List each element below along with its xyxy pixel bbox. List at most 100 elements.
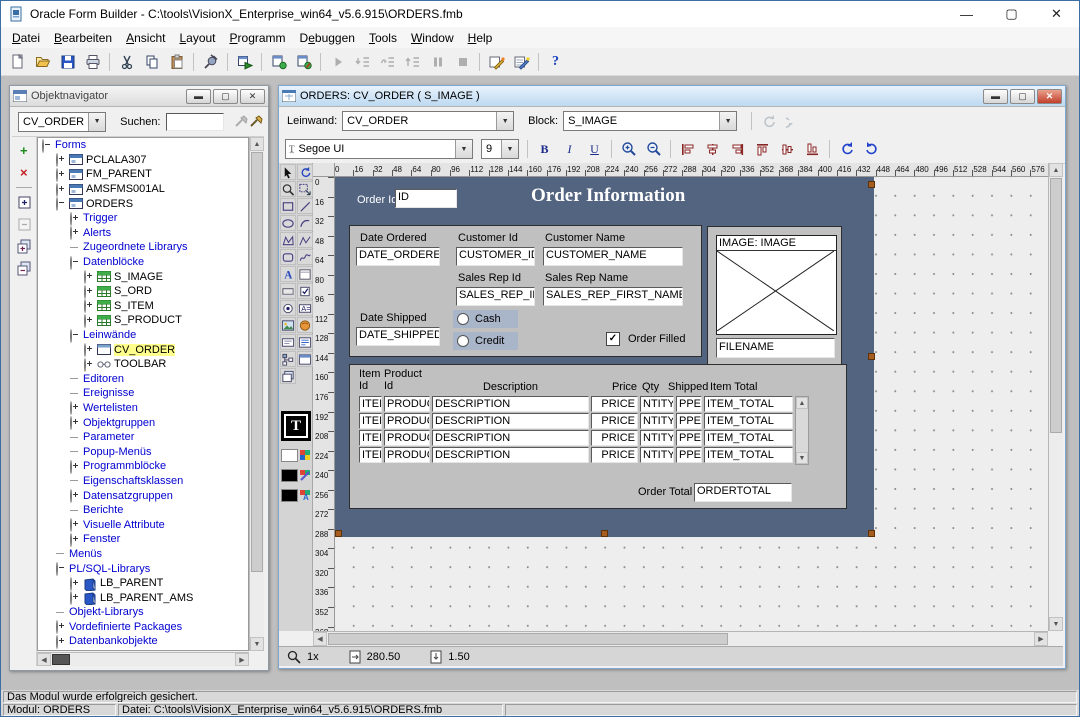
tree-item-trigger[interactable]: Trigger bbox=[38, 211, 248, 226]
collapse-minus-icon[interactable] bbox=[56, 198, 67, 209]
expand-plus-icon[interactable] bbox=[84, 271, 95, 282]
tree-item-fenster[interactable]: Fenster bbox=[38, 532, 248, 547]
zoom-out-icon[interactable] bbox=[641, 137, 666, 161]
minimize-button[interactable]: — bbox=[944, 1, 989, 27]
order-master-panel[interactable]: Date Ordered DATE_ORDERED Customer Id CU… bbox=[349, 225, 702, 357]
canvas-combo[interactable]: CV_ORDER ▼ bbox=[342, 111, 514, 131]
radio-button-tool[interactable] bbox=[280, 300, 296, 316]
scrollbar-thumb[interactable] bbox=[251, 152, 263, 572]
menu-item-layout[interactable]: Layout bbox=[172, 29, 222, 47]
menu-item-ansicht[interactable]: Ansicht bbox=[119, 29, 172, 47]
scroll-up-icon[interactable]: ▲ bbox=[1049, 163, 1063, 177]
image-item-placeholder[interactable]: IMAGE: IMAGE bbox=[716, 235, 837, 335]
tree-item-programmbl-cke[interactable]: Programmblöcke bbox=[38, 459, 248, 474]
editor-close-button[interactable]: ✕ bbox=[1037, 89, 1062, 104]
find-next-icon[interactable] bbox=[249, 114, 264, 129]
grid-field-row4-col6[interactable]: PPED bbox=[676, 447, 702, 463]
grid-field-row2-col2[interactable]: PRODUCT bbox=[384, 413, 430, 429]
menu-item-programm[interactable]: Programm bbox=[223, 29, 293, 47]
credit-radio[interactable]: Credit bbox=[453, 332, 518, 350]
tree-item-fm-parent[interactable]: FM_PARENT bbox=[38, 167, 248, 182]
grid-field-row1-col1[interactable]: ITEM bbox=[359, 396, 382, 412]
chevron-down-icon[interactable]: ▼ bbox=[719, 112, 736, 130]
align-center-icon[interactable] bbox=[700, 137, 725, 161]
bold-button[interactable]: B bbox=[532, 137, 557, 161]
grid-field-row4-col2[interactable]: PRODUCT bbox=[384, 447, 430, 463]
scrollbar-thumb[interactable] bbox=[52, 654, 70, 665]
customer-id-field[interactable]: CUSTOMER_ID bbox=[456, 247, 535, 266]
rotate-ccw-icon[interactable] bbox=[834, 137, 859, 161]
tree-item-popup-men-s[interactable]: Popup-Menüs bbox=[38, 444, 248, 459]
connect-icon[interactable] bbox=[198, 50, 223, 74]
generate-module-icon[interactable] bbox=[291, 50, 316, 74]
navigator-restore-button[interactable]: ▢ bbox=[213, 89, 238, 104]
grid-field-row1-col7[interactable]: ITEM_TOTAL bbox=[704, 396, 793, 412]
chevron-down-icon[interactable]: ▼ bbox=[88, 113, 105, 131]
chevron-down-icon[interactable]: ▼ bbox=[455, 140, 472, 158]
scroll-down-icon[interactable]: ▼ bbox=[1049, 617, 1063, 631]
arc-tool[interactable] bbox=[297, 215, 313, 231]
tree-item-berichte[interactable]: Berichte bbox=[38, 503, 248, 518]
expand-plus-icon[interactable] bbox=[70, 227, 81, 238]
menu-item-debuggen[interactable]: Debuggen bbox=[293, 29, 362, 47]
tree-item-pclala307[interactable]: PCLALA307 bbox=[38, 153, 248, 168]
tree-item-s-image[interactable]: S_IMAGE bbox=[38, 269, 248, 284]
date-ordered-field[interactable]: DATE_ORDERED bbox=[356, 247, 440, 266]
tree-item-alerts[interactable]: Alerts bbox=[38, 226, 248, 241]
block-combo[interactable]: S_IMAGE ▼ bbox=[563, 111, 737, 131]
order-total-field[interactable]: ORDERTOTAL bbox=[694, 483, 792, 502]
grid-field-row4-col3[interactable]: DESCRIPTION bbox=[432, 447, 589, 463]
image-panel[interactable]: IMAGE: IMAGE FILENAME bbox=[707, 226, 842, 365]
expand-plus-icon[interactable] bbox=[56, 154, 67, 165]
tree-item-wertelisten[interactable]: Wertelisten bbox=[38, 401, 248, 416]
editor-minimize-button[interactable]: ▬ bbox=[983, 89, 1008, 104]
text-item-tool[interactable]: A= bbox=[297, 300, 313, 316]
tree-item-toolbar[interactable]: TOOLBAR bbox=[38, 357, 248, 372]
scroll-right-icon[interactable]: ▶ bbox=[1034, 632, 1048, 646]
items-panel[interactable]: ItemId ProductId Description Price Qty S… bbox=[349, 364, 847, 509]
collapse-minus-icon[interactable] bbox=[70, 330, 81, 341]
editor-restore-button[interactable]: ▢ bbox=[1010, 89, 1035, 104]
sales-rep-name-field[interactable]: SALES_REP_FIRST_NAME bbox=[543, 287, 683, 306]
rounded-rectangle-tool[interactable] bbox=[280, 249, 296, 265]
font-family-combo[interactable]: T̲ Segoe UI ▼ bbox=[285, 139, 473, 159]
select-tool[interactable] bbox=[280, 164, 296, 180]
expand-plus-icon[interactable] bbox=[70, 534, 81, 545]
tree-item-visuelle-attribute[interactable]: Visuelle Attribute bbox=[38, 517, 248, 532]
grid-field-row2-col1[interactable]: ITEM bbox=[359, 413, 382, 429]
tree-item-datenbl-cke[interactable]: Datenblöcke bbox=[38, 255, 248, 270]
scroll-up-icon[interactable]: ▲ bbox=[796, 397, 808, 409]
tree-item-orders[interactable]: ORDERS bbox=[38, 196, 248, 211]
line-color-well[interactable] bbox=[281, 467, 311, 483]
tree-item-eigenschaftsklassen[interactable]: Eigenschaftsklassen bbox=[38, 474, 248, 489]
tree-item-leinw-nde[interactable]: Leinwände bbox=[38, 328, 248, 343]
tree-item-amsfms001al[interactable]: AMSFMS001AL bbox=[38, 182, 248, 197]
selection-handle[interactable] bbox=[868, 530, 875, 537]
menu-item-bearbeiten[interactable]: Bearbeiten bbox=[47, 29, 119, 47]
grid-field-row3-col6[interactable]: PPED bbox=[676, 430, 702, 446]
tree-item-objektgruppen[interactable]: Objektgruppen bbox=[38, 415, 248, 430]
grid-field-row1-col2[interactable]: PRODUCT bbox=[384, 396, 430, 412]
grid-field-row2-col7[interactable]: ITEM_TOTAL bbox=[704, 413, 793, 429]
window-item-tool[interactable] bbox=[297, 351, 313, 367]
polygon-tool[interactable] bbox=[280, 232, 296, 248]
grid-field-row3-col7[interactable]: ITEM_TOTAL bbox=[704, 430, 793, 446]
expand-plus-icon[interactable] bbox=[84, 286, 95, 297]
tree-item-forms[interactable]: Forms bbox=[38, 138, 248, 153]
run-form-icon[interactable] bbox=[232, 50, 257, 74]
grid-field-row1-col5[interactable]: NTITY bbox=[640, 396, 674, 412]
grid-field-row1-col4[interactable]: PRICE bbox=[591, 396, 638, 412]
tree-item-ereignisse[interactable]: Ereignisse bbox=[38, 386, 248, 401]
scroll-down-icon[interactable]: ▼ bbox=[250, 637, 264, 651]
chevron-down-icon[interactable]: ▼ bbox=[501, 140, 518, 158]
collapse-all-icon[interactable] bbox=[16, 261, 33, 276]
expand-plus-icon[interactable] bbox=[56, 169, 67, 180]
expand-plus-icon[interactable] bbox=[84, 300, 95, 311]
collapse-minus-icon[interactable] bbox=[56, 563, 67, 574]
navigator-close-button[interactable]: ✕ bbox=[240, 89, 265, 104]
stacked-canvas-tool[interactable] bbox=[280, 368, 296, 384]
fill-color-well[interactable] bbox=[281, 447, 311, 463]
tree-item-s-product[interactable]: S_PRODUCT bbox=[38, 313, 248, 328]
magnify-tool[interactable] bbox=[280, 181, 296, 197]
ole-item-tool[interactable] bbox=[297, 317, 313, 333]
